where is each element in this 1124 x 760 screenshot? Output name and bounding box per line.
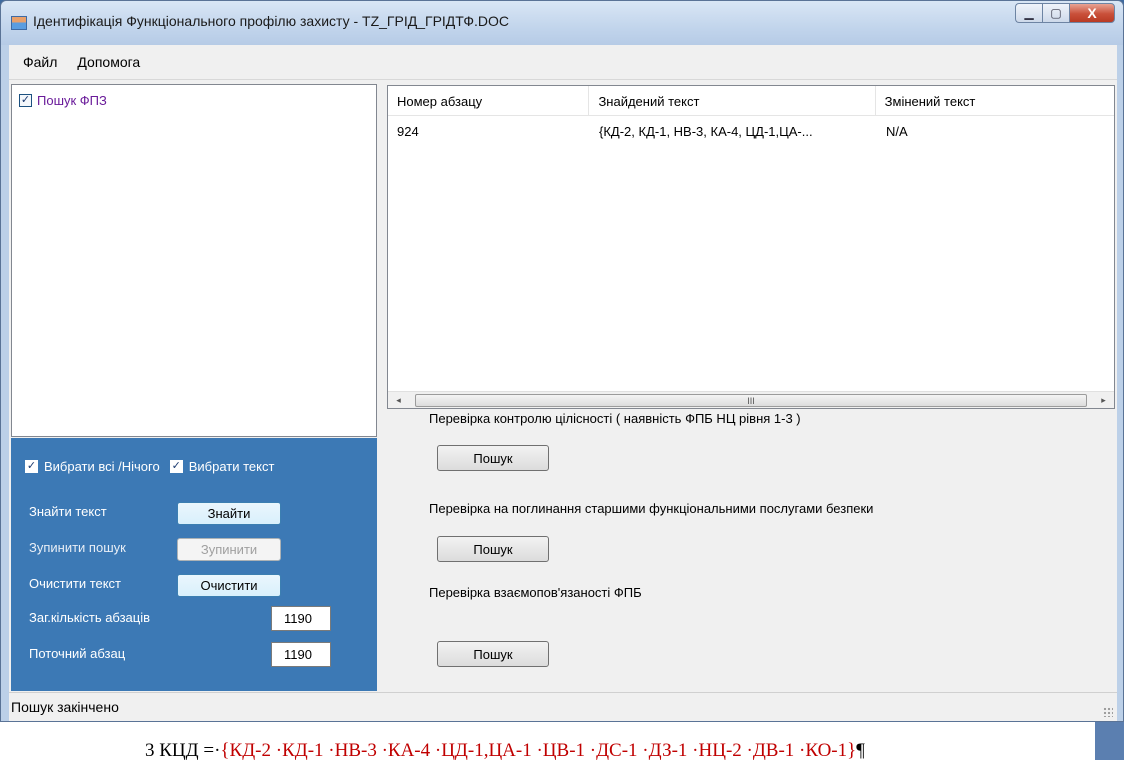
select-text-label: Вибрати текст (188, 459, 275, 474)
stop-row: Зупинити пошук (29, 540, 126, 555)
select-all-checkbox[interactable]: ✓ (25, 460, 38, 473)
interdependence-search-button[interactable]: Пошук (437, 641, 549, 667)
tree-item-label: Пошук ФПЗ (37, 93, 107, 108)
clear-row: Очистити текст (29, 576, 121, 591)
tree-item-checkbox[interactable]: ✓ (19, 94, 32, 107)
resize-grip-icon[interactable] (1103, 707, 1113, 717)
integrity-check-label: Перевірка контролю цілісності ( наявніст… (429, 411, 801, 426)
menu-bar: Файл Допомога (9, 45, 1117, 80)
results-list[interactable]: Номер абзацу Знайдений текст Змінений те… (387, 85, 1115, 409)
window-title: Ідентифікація Функціонального профілю за… (33, 13, 510, 29)
menu-file[interactable]: Файл (13, 54, 67, 70)
scroll-left-icon[interactable]: ◂ (390, 392, 407, 409)
status-text: Пошук закінчено (11, 699, 119, 715)
background-doc-line: 3 КЦД =·{КД-2 ·КД-1 ·НВ-3 ·КА-4 ·ЦД-1,ЦА… (145, 740, 865, 760)
maximize-icon: ▢ (1050, 6, 1062, 20)
horizontal-scrollbar[interactable]: ◂ III ▸ (388, 391, 1114, 408)
column-changed-text[interactable]: Змінений текст (876, 86, 1114, 116)
find-text-label: Знайти текст (29, 504, 107, 519)
background-document: 3 КЦД =·{КД-2 ·КД-1 ·НВ-3 ·КА-4 ·ЦД-1,ЦА… (0, 720, 1095, 760)
minimize-icon: ▁ (1024, 6, 1034, 20)
close-button[interactable]: X (1069, 3, 1115, 23)
close-icon: X (1087, 5, 1097, 21)
absorption-search-button[interactable]: Пошук (437, 536, 549, 562)
clear-text-label: Очистити текст (29, 576, 122, 591)
menu-help[interactable]: Допомога (67, 54, 150, 70)
control-panel: ✓ Вибрати всі /Нічого ✓ Вибрати текст Зн… (11, 438, 377, 691)
maximize-button[interactable]: ▢ (1042, 3, 1069, 23)
main-window: Ідентифікація Функціонального профілю за… (0, 0, 1124, 722)
find-row: Знайти текст (29, 504, 107, 519)
absorption-check-label: Перевірка на поглинання старшими функціо… (429, 501, 874, 516)
doc-prefix: 3 КЦД =· (145, 740, 221, 760)
total-paragraphs-field[interactable]: 1190 (271, 606, 331, 631)
tree-item-search-fpz[interactable]: ✓ Пошук ФПЗ (19, 93, 107, 108)
select-text-checkbox[interactable]: ✓ (169, 460, 183, 473)
app-icon (11, 16, 27, 30)
status-bar: Пошук закінчено (9, 692, 1117, 721)
current-row: Поточний абзац (29, 646, 125, 661)
clear-button[interactable]: Очистити (177, 574, 281, 597)
cell-changed-text: N/A (886, 124, 908, 139)
tree-view[interactable]: ✓ Пошук ФПЗ (11, 84, 377, 437)
total-paragraphs-label: Заг.кількість абзаців (29, 610, 151, 625)
doc-pilcrow: ¶ (856, 740, 865, 760)
select-all-label: Вибрати всі /Нічого (44, 459, 160, 474)
column-found-text[interactable]: Знайдений текст (589, 86, 876, 116)
window-controls: ▁ ▢ X (1015, 3, 1115, 23)
minimize-button[interactable]: ▁ (1015, 3, 1042, 23)
current-paragraph-field[interactable]: 1190 (271, 642, 331, 667)
cell-paragraph-number: 924 (397, 124, 419, 139)
stop-button[interactable]: Зупинити (177, 538, 281, 561)
title-bar[interactable]: Ідентифікація Функціонального профілю за… (1, 1, 1123, 45)
cell-found-text: {КД-2, КД-1, НВ-3, КА-4, ЦД-1,ЦА-... (599, 124, 813, 139)
doc-colored-text: {КД-2 ·КД-1 ·НВ-3 ·КА-4 ·ЦД-1,ЦА-1 ·ЦВ-1… (220, 740, 857, 760)
column-paragraph-number[interactable]: Номер абзацу (388, 86, 590, 116)
client-area: Файл Допомога ✓ Пошук ФПЗ ✓ Вибрати всі … (9, 45, 1117, 721)
integrity-search-button[interactable]: Пошук (437, 445, 549, 471)
select-all-row: ✓ Вибрати всі /Нічого ✓ Вибрати текст (25, 459, 274, 474)
current-paragraph-label: Поточний абзац (29, 646, 126, 661)
interdependence-check-label: Перевірка взаємопов'язаності ФПБ (429, 585, 642, 600)
scroll-grip-icon: III (747, 395, 755, 406)
scroll-thumb[interactable]: III (415, 394, 1087, 407)
scroll-right-icon[interactable]: ▸ (1095, 392, 1112, 409)
find-button[interactable]: Знайти (177, 502, 281, 525)
background-scrollbar (1095, 720, 1124, 760)
table-row[interactable]: 924 {КД-2, КД-1, НВ-3, КА-4, ЦД-1,ЦА-...… (388, 124, 1077, 139)
total-row: Заг.кількість абзаців (29, 610, 150, 625)
stop-search-label: Зупинити пошук (29, 540, 126, 555)
list-header: Номер абзацу Знайдений текст Змінений те… (388, 86, 1114, 116)
